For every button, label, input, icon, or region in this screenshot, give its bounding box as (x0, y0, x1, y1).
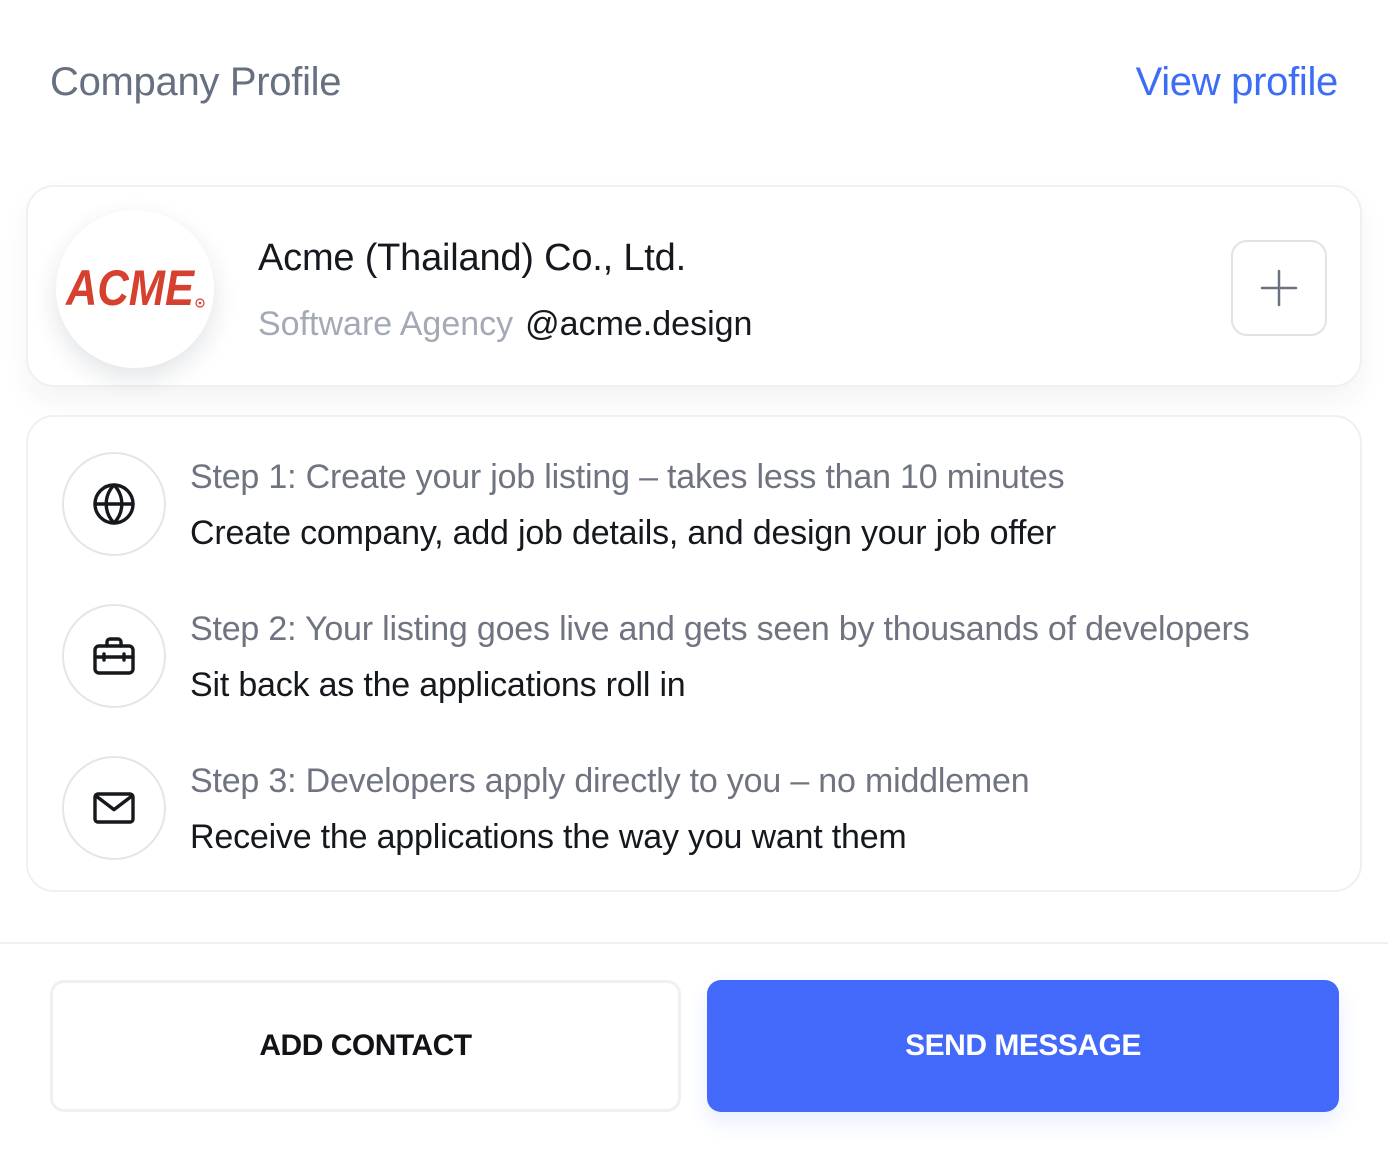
step-item: Step 2: Your listing goes live and gets … (62, 604, 1342, 708)
step-icon-container (62, 756, 166, 860)
globe-icon (93, 483, 135, 525)
page-title: Company Profile (50, 59, 342, 104)
footer-divider (0, 942, 1388, 944)
step-description: Create company, add job details, and des… (190, 514, 1057, 552)
step-title: Step 2: Your listing goes live and gets … (190, 610, 1250, 648)
plus-icon (1260, 269, 1298, 307)
add-contact-button[interactable]: ADD CONTACT (50, 980, 681, 1112)
step-icon-container (62, 604, 166, 708)
company-category: Software Agency (258, 305, 514, 343)
step-icon-container (62, 452, 166, 556)
send-message-button[interactable]: SEND MESSAGE (707, 980, 1339, 1112)
step-description: Receive the applications the way you wan… (190, 818, 907, 856)
company-handle: @acme.design (525, 305, 753, 343)
view-profile-link[interactable]: View profile (1136, 60, 1339, 105)
steps-card: Step 1: Create your job listing – takes … (26, 415, 1362, 892)
company-card: ACME Acme (Thailand) Co., Ltd. Software … (26, 185, 1362, 387)
add-company-button[interactable] (1231, 240, 1327, 336)
company-meta: Software Agency @acme.design (258, 305, 752, 344)
company-name: Acme (Thailand) Co., Ltd. (258, 237, 686, 279)
step-description: Sit back as the applications roll in (190, 666, 686, 704)
briefcase-icon (93, 637, 135, 675)
acme-logo-icon: ACME (64, 260, 205, 316)
step-title: Step 3: Developers apply directly to you… (190, 762, 1030, 800)
panel-header: Company Profile View profile (50, 54, 1338, 110)
step-item: Step 3: Developers apply directly to you… (62, 756, 1342, 860)
step-item: Step 1: Create your job listing – takes … (62, 452, 1342, 556)
logo-wordmark: ACME (64, 260, 195, 316)
step-title: Step 1: Create your job listing – takes … (190, 458, 1065, 496)
company-profile-panel: Company Profile View profile ACME Acme (… (0, 0, 1388, 1149)
company-logo: ACME (56, 210, 214, 368)
mail-icon (93, 792, 135, 824)
